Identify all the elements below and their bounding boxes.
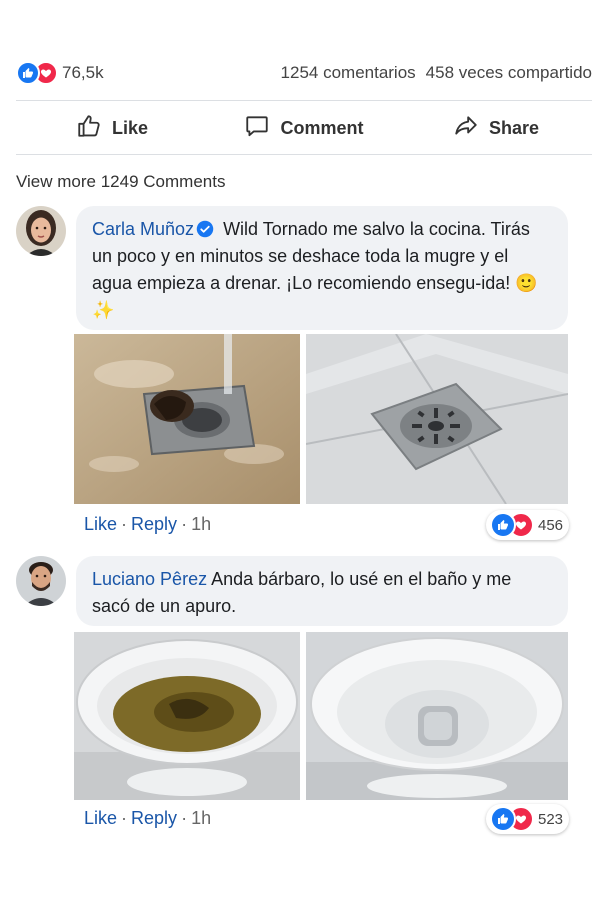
post-action-bar: Like Comment Share: [16, 102, 592, 154]
comment-reaction-summary[interactable]: 456: [486, 510, 570, 540]
comment-author[interactable]: Carla Muñoz: [92, 219, 194, 239]
comment-reply-link[interactable]: Reply: [131, 808, 177, 829]
clogged-floor-drain-photo[interactable]: [74, 334, 300, 504]
avatar-carla[interactable]: [16, 206, 66, 256]
separator-dot: ·: [181, 808, 188, 828]
clean-floor-drain-photo[interactable]: [306, 334, 568, 504]
share-arrow-icon: [453, 113, 479, 144]
verified-badge-icon: [196, 219, 214, 238]
shares-count[interactable]: 458 veces compartido: [426, 63, 592, 83]
view-more-comments-link[interactable]: View more 1249 Comments: [16, 172, 225, 192]
comment-bubble: Carla Muñoz Wild Tornado me salvo la coc…: [76, 206, 568, 330]
comment-reaction-count: 523: [538, 810, 564, 828]
comment-bubble-icon: [244, 113, 270, 144]
like-reaction-icon: [490, 512, 516, 538]
reaction-count[interactable]: 76,5k: [62, 63, 104, 83]
share-button[interactable]: Share: [400, 113, 592, 144]
separator-dot: ·: [181, 514, 188, 534]
comment-reaction-count: 456: [538, 516, 564, 534]
divider: [16, 100, 592, 101]
comment-actions: Like · Reply · 1h: [84, 514, 211, 535]
comment-author[interactable]: Luciano Pêrez: [92, 569, 207, 589]
reaction-icons[interactable]: [16, 61, 58, 85]
comment-bubble: Luciano Pêrez Anda bárbaro, lo usé en el…: [76, 556, 568, 626]
comments-count[interactable]: 1254 comentarios: [281, 63, 416, 83]
comment-button-label: Comment: [280, 117, 364, 138]
clean-toilet-photo[interactable]: [306, 632, 568, 800]
comment-like-link[interactable]: Like: [84, 514, 117, 535]
like-reaction-icon: [16, 61, 40, 85]
separator-dot: ·: [121, 514, 128, 534]
separator-dot: ·: [121, 808, 128, 828]
thumbs-up-icon: [76, 113, 102, 144]
comment-reaction-summary[interactable]: 523: [486, 804, 570, 834]
divider: [16, 154, 592, 155]
comment-reply-link[interactable]: Reply: [131, 514, 177, 535]
share-button-label: Share: [488, 117, 540, 138]
comment-button[interactable]: Comment: [208, 113, 400, 144]
dirty-toilet-photo[interactable]: [74, 632, 300, 800]
comment-actions: Like · Reply · 1h: [84, 808, 211, 829]
comment-timestamp: 1h: [191, 514, 212, 534]
like-button[interactable]: Like: [16, 113, 208, 144]
like-reaction-icon: [490, 806, 516, 832]
comment-timestamp: 1h: [191, 808, 212, 828]
comment-like-link[interactable]: Like: [84, 808, 117, 829]
like-button-label: Like: [111, 117, 149, 138]
post-reactions-bar: 76,5k 1254 comentarios 458 veces compart…: [16, 60, 592, 86]
avatar-luciano[interactable]: [16, 556, 66, 606]
